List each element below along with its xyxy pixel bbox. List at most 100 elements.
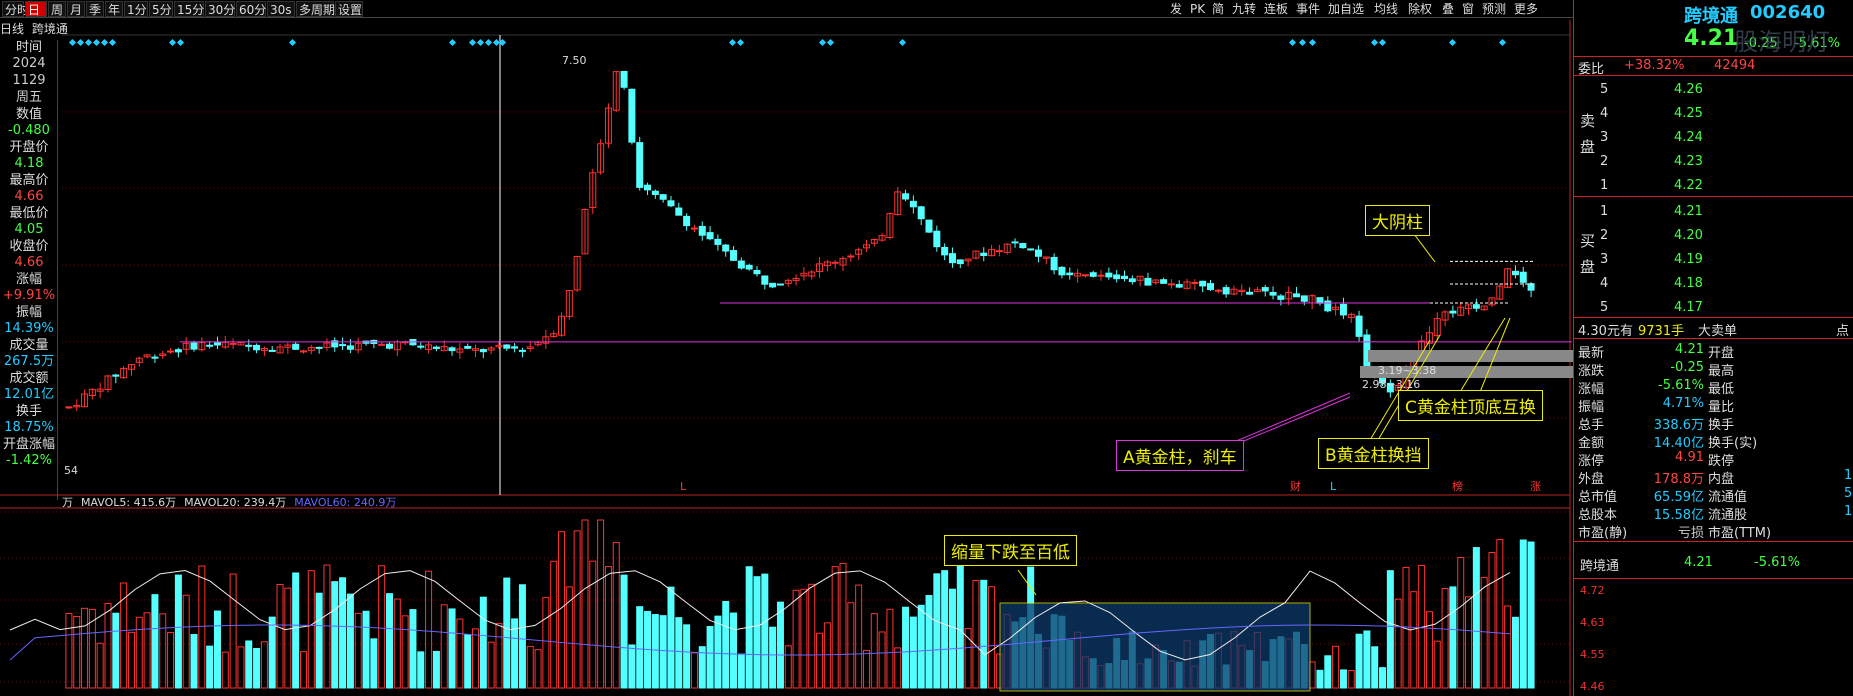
signal-diamond [176,38,185,47]
mini-tick-3: 4.46 [1580,680,1605,693]
volume-bar [542,597,550,689]
candle-body [933,230,941,248]
volume-bar [385,593,393,689]
volume-bar [245,640,253,689]
volume-bar [518,584,526,689]
candle-body [503,344,511,349]
candle-body [1128,278,1136,283]
volume-bar [135,616,143,689]
signal-diamond [92,38,101,47]
volume-bar [65,612,73,689]
kline-chart[interactable]: 7.836.745.664.573.482.407892594139461995… [0,0,1573,696]
candle-body [722,244,730,252]
candle-body [1081,274,1089,277]
signal-diamond [1308,38,1317,47]
volume-bar [550,560,558,689]
volume-bar [909,616,917,689]
buy-level-2: 2 [1600,228,1609,243]
big-order-dot: 点 [1836,324,1850,339]
signal-diamond [1298,38,1307,47]
candle-body [1097,274,1105,277]
volume-bar [1527,541,1535,689]
candle-body [229,342,237,345]
volume-bar [315,592,323,689]
candle-body [378,343,386,346]
stat-label-0: 最新 [1578,346,1605,361]
volume-bar [1339,669,1347,689]
candle-body [268,349,276,352]
stat-value-10: 亏损 [1677,526,1704,541]
buy-label: 买盘 [1580,232,1596,276]
signal-diamond [736,38,745,47]
candle-body [1167,283,1175,286]
signal-diamond [288,38,297,47]
stat-value-2: -5.61% [1658,378,1704,393]
signal-diamond [898,38,907,47]
volume-bar [495,622,503,689]
volume-header: 万 MAVOL5: 415.6万 MAVOL20: 239.4万 MAVOL60: 2… [62,496,396,509]
candle-body [675,207,683,216]
volume-bar [1433,640,1441,689]
volume-bar [284,587,292,689]
candle-body [1339,303,1347,316]
stat-value2-7: 1 [1844,468,1853,483]
volume-bar [1371,646,1379,689]
volume-bar [1386,570,1394,689]
candle-body [1175,284,1183,288]
volume-bar [597,519,605,689]
candle-body [745,264,753,270]
sell-price-1: 4.22 [1674,178,1703,193]
volume-bar [933,573,941,689]
volume-bar [972,579,980,689]
candle-body [1222,287,1230,295]
volume-bar [651,614,659,689]
stat-label2-10: 市盈(TTM) [1708,526,1772,541]
candle-body [448,347,456,352]
quote-code: 002640 [1750,2,1826,23]
stat-value-0: 4.21 [1675,342,1704,357]
candle-body [213,342,221,346]
volume-bar [894,647,902,689]
candle-body [761,275,769,285]
volume-bar [1465,596,1473,689]
candle-body [1034,249,1042,257]
mini-name: 跨境通 [1580,559,1620,574]
candle-body [1511,270,1519,276]
volume-bar [143,612,151,689]
annotation-a: A黄金柱，刹车 [1116,440,1244,471]
candle-body [479,349,487,353]
volume-bar [1363,630,1371,689]
stat-value-9: 15.58亿 [1653,508,1704,523]
stat-value2-9: 1 [1844,504,1853,519]
stat-label2-9: 流通股 [1708,508,1748,523]
volume-bar [1480,577,1488,689]
signal-diamond [76,38,85,47]
price-box-label-1: 3.19~3.38 [1378,364,1436,377]
sell-price-2: 4.23 [1674,154,1703,169]
signal-diamond [818,38,827,47]
stat-value-6: 4.91 [1675,450,1704,465]
candle-body [714,238,722,245]
sell-level-4: 4 [1600,106,1609,121]
volume-bar [401,615,409,689]
volume-bar [792,589,800,689]
stat-label-1: 涨跌 [1578,364,1605,379]
volume-bar [487,641,495,689]
volume-bar [1425,611,1433,689]
volume-bar [229,573,237,689]
candle-body [1261,287,1269,292]
big-order-label: 大卖单 [1698,324,1738,339]
volume-bar [1449,586,1457,689]
volume-bar [213,610,221,689]
stat-label2-3: 量比 [1708,400,1735,415]
volume-bar [440,604,448,689]
signal-diamond [476,38,485,47]
volume-bar [448,608,456,689]
volume-bar [307,570,315,689]
volume-bar [847,602,855,689]
candle-body [644,184,652,191]
buy-price-2: 4.20 [1674,228,1703,243]
volume-bar [362,610,370,689]
volume-bar [816,632,824,689]
volume-bar [800,588,808,689]
